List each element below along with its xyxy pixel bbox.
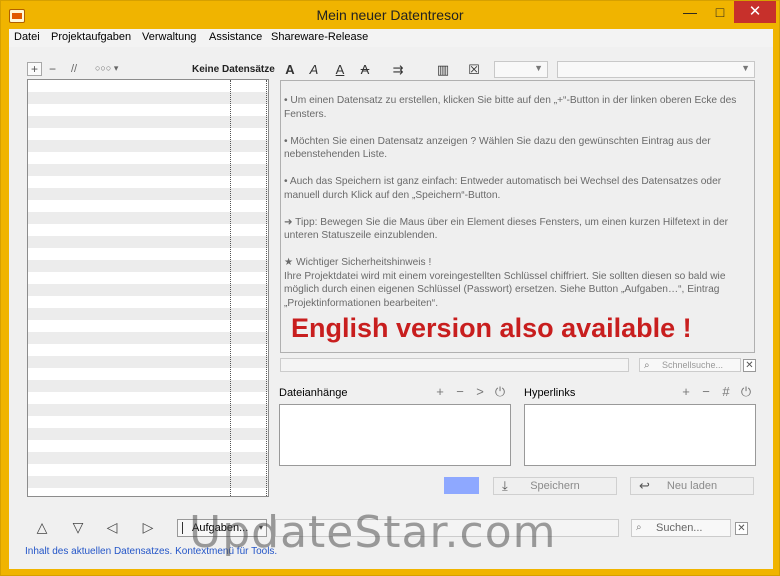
triangle-right-icon[interactable]: ▷ <box>137 519 159 537</box>
menu-verwaltung[interactable]: Verwaltung <box>142 31 196 43</box>
quick-search-placeholder: Schnellsuche... <box>662 360 724 370</box>
menu-assistance[interactable]: Assistance <box>209 31 262 43</box>
remove-attachment-button[interactable]: − <box>453 385 467 399</box>
clear-search-button[interactable]: ✕ <box>735 522 748 535</box>
bold-button[interactable]: A <box>281 62 299 78</box>
pause-button[interactable]: // <box>71 63 77 75</box>
maximize-button[interactable]: □ <box>705 1 735 23</box>
hyperlinks-list[interactable] <box>524 404 756 466</box>
table-icon[interactable]: ▥ <box>429 62 457 78</box>
info-save: • Auch das Speichern ist ganz einfach: E… <box>284 176 722 201</box>
menu-projektaufgaben[interactable]: Projektaufgaben <box>51 31 131 43</box>
power-icon[interactable]: ⏻ <box>739 385 753 399</box>
column-divider[interactable] <box>230 80 231 496</box>
triangle-left-icon[interactable]: ◁ <box>101 519 123 537</box>
clear-format-icon[interactable]: ☒ <box>465 62 483 78</box>
info-view: • Möchten Sie einen Datensatz anzeigen ?… <box>284 135 711 161</box>
clear-quick-search-button[interactable]: ✕ <box>743 359 756 372</box>
window-title: Mein neuer Datentresor <box>316 7 464 23</box>
save-button[interactable]: ⤓ Speichern <box>493 477 617 495</box>
triangle-up-icon[interactable]: △ <box>31 519 53 537</box>
menu-shareware-release[interactable]: Shareware-Release <box>271 31 368 43</box>
minimize-button[interactable]: — <box>675 1 705 23</box>
remove-hyperlink-button[interactable]: − <box>699 385 713 399</box>
underline-button[interactable]: A <box>331 62 349 78</box>
remove-record-button[interactable]: − <box>45 62 60 76</box>
font-size-select[interactable]: ▼ <box>494 61 548 78</box>
chevron-down-icon: ▼ <box>741 63 750 73</box>
hash-icon[interactable]: # <box>719 385 733 399</box>
open-attachment-button[interactable]: > <box>473 385 487 399</box>
record-count-label: Keine Datensätze <box>192 64 275 75</box>
strikethrough-button[interactable]: A <box>356 62 374 78</box>
separator <box>182 522 183 534</box>
search-input[interactable]: ⌕ Suchen... <box>631 519 731 537</box>
more-options-button[interactable]: ○○○ ▾ <box>95 63 118 74</box>
more-options-icon: ○○○ <box>95 63 112 73</box>
chevron-down-icon: ▼ <box>534 63 543 73</box>
add-record-button[interactable]: + <box>27 62 42 76</box>
add-hyperlink-button[interactable]: + <box>679 385 693 399</box>
quick-search-input[interactable]: ⌕ Schnellsuche... <box>639 358 741 372</box>
app-window: Mein neuer Datentresor — □ ✕ Datei Proje… <box>0 0 780 576</box>
reload-button[interactable]: ↩ Neu laden <box>630 477 754 495</box>
wrap-icon[interactable]: ⇉ <box>389 62 407 78</box>
color-swatch[interactable] <box>444 477 479 494</box>
search-icon: ⌕ <box>636 522 642 533</box>
attachments-label: Dateianhänge <box>279 387 348 399</box>
record-list-rows <box>28 80 268 496</box>
info-create: • Um einen Datensatz zu erstellen, klick… <box>284 95 737 120</box>
title-bar[interactable]: Mein neuer Datentresor — □ ✕ <box>1 1 779 29</box>
search-placeholder: Suchen... <box>656 522 703 534</box>
column-divider[interactable] <box>266 80 267 496</box>
info-security-title: ★ Wichtiger Sicherheitshinweis ! <box>284 257 432 268</box>
client-area: Datei Projektaufgaben Verwaltung Assista… <box>9 29 773 569</box>
attachments-list[interactable] <box>279 404 511 466</box>
chevron-down-icon: ▾ <box>113 63 119 73</box>
search-icon: ⌕ <box>644 360 650 371</box>
menu-bar: Datei Projektaufgaben Verwaltung Assista… <box>9 29 773 47</box>
italic-button[interactable]: A <box>305 62 323 78</box>
power-icon[interactable]: ⏻ <box>493 385 507 399</box>
close-button[interactable]: ✕ <box>734 1 776 23</box>
info-tip: ➜ Tipp: Bewegen Sie die Maus über ein El… <box>284 216 728 242</box>
editor-status-field <box>280 358 629 372</box>
reload-button-label: Neu laden <box>666 480 718 492</box>
add-attachment-button[interactable]: + <box>433 385 447 399</box>
record-list[interactable] <box>27 79 269 497</box>
menu-datei[interactable]: Datei <box>14 31 40 43</box>
promo-text: English version also available ! <box>291 313 692 343</box>
font-family-select[interactable]: ▼ <box>557 61 755 78</box>
triangle-down-icon[interactable]: ▽ <box>67 519 89 537</box>
hyperlinks-label: Hyperlinks <box>524 387 576 399</box>
save-button-label: Speichern <box>530 480 580 492</box>
info-security-body: Ihre Projektdatei wird mit einem voreing… <box>284 270 726 309</box>
watermark-text: UpdateStar.com <box>189 507 557 558</box>
